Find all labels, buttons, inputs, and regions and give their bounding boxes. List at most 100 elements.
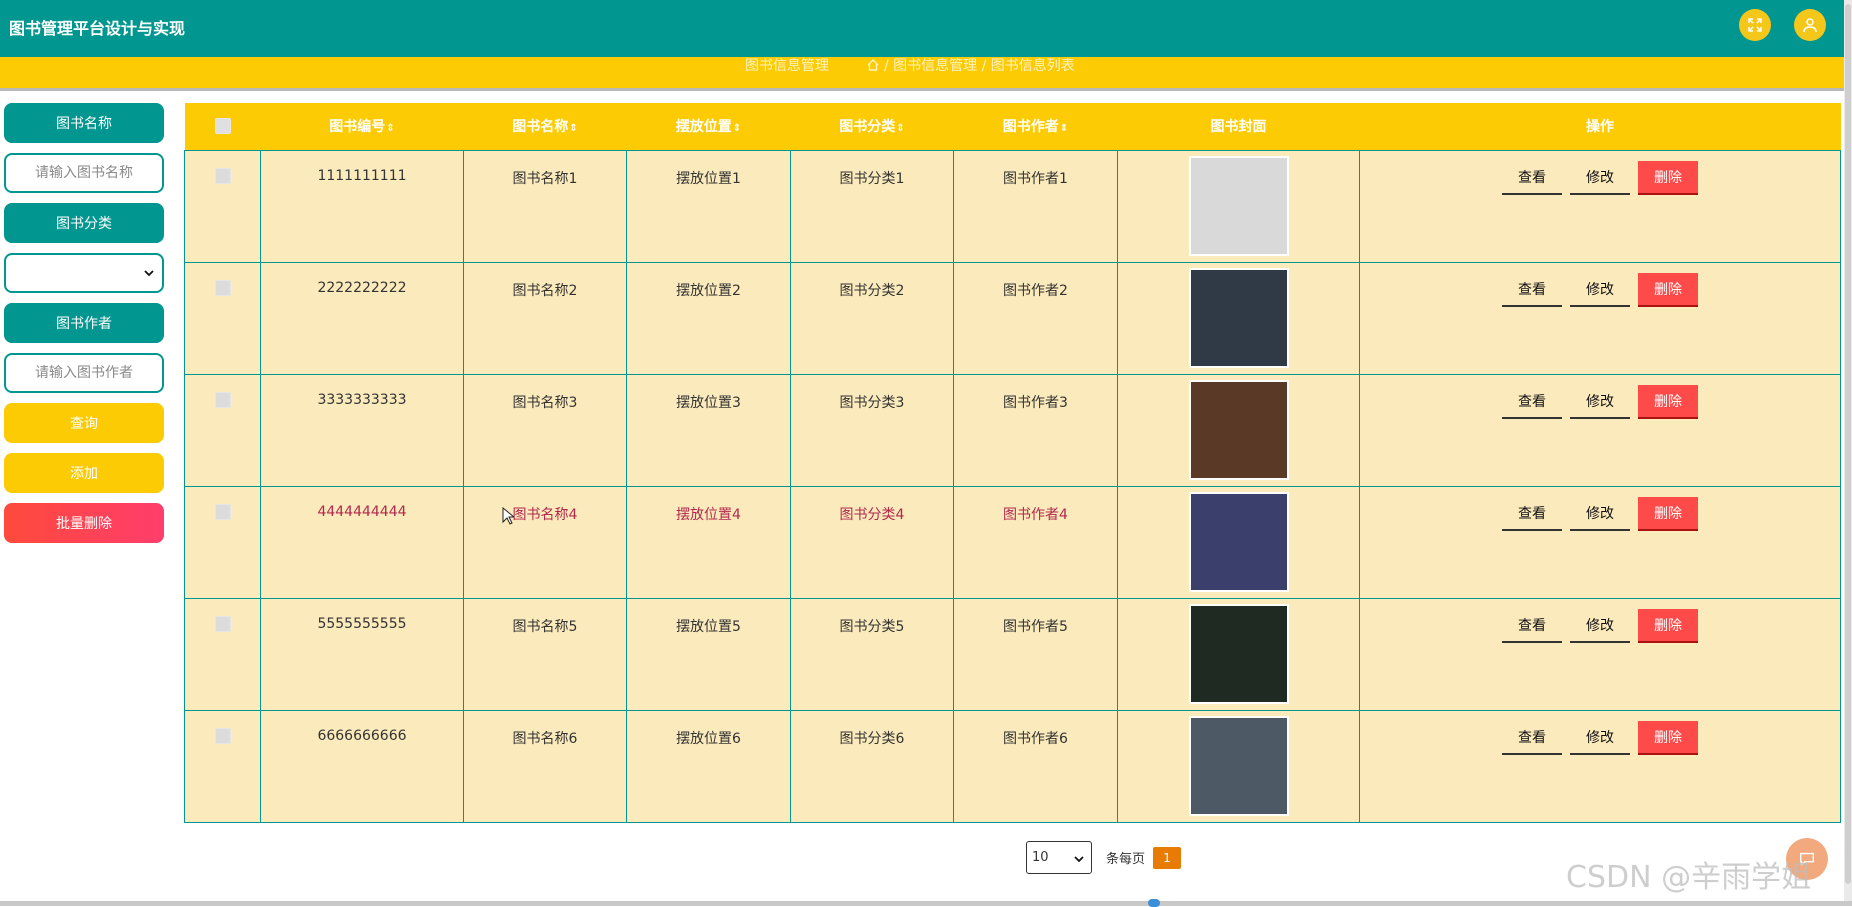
cell-author: 图书作者3: [953, 373, 1118, 487]
row-select-cell: [184, 709, 261, 823]
cell-author: 图书作者6: [953, 709, 1118, 823]
book-cover-image[interactable]: [1188, 379, 1289, 480]
scrollbar-thumb[interactable]: [1845, 4, 1851, 884]
view-button[interactable]: 查看: [1502, 608, 1562, 643]
pagination: 10 条每页 1: [1026, 841, 1182, 874]
book-cover-image[interactable]: [1188, 155, 1289, 256]
column-header-label: 图书编号: [329, 119, 386, 136]
delete-button[interactable]: 删除: [1638, 384, 1698, 419]
cell-actions: 查看 修改 删除: [1359, 149, 1841, 263]
cell-cover: [1117, 597, 1360, 711]
cell-location: 摆放位置5: [626, 597, 791, 711]
cell-location: 摆放位置4: [626, 485, 791, 599]
column-header-author[interactable]: 图书作者⇕: [954, 103, 1118, 150]
book-cover-image[interactable]: [1188, 715, 1289, 816]
page-size-select[interactable]: 10: [1026, 841, 1092, 874]
delete-button[interactable]: 删除: [1638, 720, 1698, 755]
cell-location: 摆放位置1: [626, 149, 791, 263]
delete-button[interactable]: 删除: [1638, 496, 1698, 531]
cell-author: 图书作者1: [953, 149, 1118, 263]
cell-name: 图书名称1: [463, 149, 627, 263]
cell-cover: [1117, 485, 1360, 599]
query-button[interactable]: 查询: [4, 403, 164, 443]
view-button[interactable]: 查看: [1502, 720, 1562, 755]
book-cover-fill: [1190, 269, 1287, 366]
table-row: 6666666666 图书名称6 摆放位置6 图书分类6 图书作者6 查看 修改 删除: [184, 709, 1841, 823]
delete-button[interactable]: 删除: [1638, 608, 1698, 643]
view-button[interactable]: 查看: [1502, 272, 1562, 307]
horizontal-scrollbar[interactable]: [0, 899, 1852, 907]
delete-button[interactable]: 删除: [1638, 160, 1698, 195]
user-icon[interactable]: [1794, 9, 1826, 41]
row-checkbox[interactable]: [214, 615, 231, 632]
cell-actions: 查看 修改 删除: [1359, 261, 1841, 375]
cell-id: 1111111111: [260, 149, 464, 263]
chevron-down-icon: [144, 270, 154, 277]
column-header-label: 图书名称: [512, 119, 569, 136]
cell-name: 图书名称5: [463, 597, 627, 711]
row-checkbox[interactable]: [214, 503, 231, 520]
book-author-input[interactable]: [4, 353, 164, 393]
book-cover-fill: [1190, 717, 1287, 814]
column-header-label: 图书作者: [1002, 119, 1059, 136]
sort-icon: ⇕: [732, 123, 742, 135]
sort-icon: ⇕: [569, 123, 578, 135]
column-header-name[interactable]: 图书名称⇕: [464, 103, 627, 150]
edit-button[interactable]: 修改: [1570, 384, 1630, 419]
row-checkbox[interactable]: [214, 279, 231, 296]
book-author-label: 图书作者: [4, 303, 164, 343]
cell-cover: [1117, 709, 1360, 823]
table-row: 5555555555 图书名称5 摆放位置5 图书分类5 图书作者5 查看 修改 删除: [184, 597, 1841, 711]
row-select-cell: [184, 373, 261, 487]
row-checkbox[interactable]: [214, 167, 231, 184]
batch-delete-button[interactable]: 批量删除: [4, 503, 164, 543]
vertical-scrollbar[interactable]: [1844, 0, 1852, 906]
add-button[interactable]: 添加: [4, 453, 164, 493]
book-category-select[interactable]: [4, 253, 164, 293]
cell-cover: [1117, 149, 1360, 263]
table-row: 2222222222 图书名称2 摆放位置2 图书分类2 图书作者2 查看 修改 删除: [184, 261, 1841, 375]
per-page-label: 条每页: [1106, 852, 1146, 867]
cell-actions: 查看 修改 删除: [1359, 373, 1841, 487]
breadcrumb-bar: 图书信息管理 / 图书信息管理 / 图书信息列表: [0, 57, 1852, 91]
breadcrumb-section: 图书信息管理: [745, 58, 829, 74]
cell-location: 摆放位置3: [626, 373, 791, 487]
cell-cover: [1117, 261, 1360, 375]
book-cover-image[interactable]: [1188, 267, 1289, 368]
page-size-value: 10: [1032, 850, 1049, 865]
delete-button[interactable]: 删除: [1638, 272, 1698, 307]
column-header-location[interactable]: 摆放位置⇕: [627, 103, 791, 150]
view-button[interactable]: 查看: [1502, 496, 1562, 531]
book-cover-image[interactable]: [1188, 491, 1289, 592]
view-button[interactable]: 查看: [1502, 384, 1562, 419]
edit-button[interactable]: 修改: [1570, 272, 1630, 307]
book-name-input[interactable]: [4, 153, 164, 193]
cell-cover: [1117, 373, 1360, 487]
book-cover-image[interactable]: [1188, 603, 1289, 704]
cell-id: 4444444444: [260, 485, 464, 599]
select-all-header: [185, 103, 261, 150]
column-header-category[interactable]: 图书分类⇕: [791, 103, 954, 150]
breadcrumb: / 图书信息管理 / 图书信息列表: [866, 57, 1075, 75]
view-button[interactable]: 查看: [1502, 160, 1562, 195]
row-checkbox[interactable]: [214, 391, 231, 408]
cell-category: 图书分类6: [790, 709, 954, 823]
book-category-label: 图书分类: [4, 203, 164, 243]
column-header-id[interactable]: 图书编号⇕: [261, 103, 464, 150]
edit-button[interactable]: 修改: [1570, 608, 1630, 643]
page-button-current[interactable]: 1: [1153, 846, 1182, 869]
column-header-cover: 图书封面: [1210, 119, 1267, 136]
cell-actions: 查看 修改 删除: [1359, 485, 1841, 599]
edit-button[interactable]: 修改: [1570, 160, 1630, 195]
table-row: 4444444444 图书名称4 摆放位置4 图书分类4 图书作者4 查看 修改 删除: [184, 485, 1841, 599]
select-all-checkbox[interactable]: [214, 118, 231, 135]
cell-author: 图书作者4: [953, 485, 1118, 599]
book-name-label: 图书名称: [4, 103, 164, 143]
edit-button[interactable]: 修改: [1570, 496, 1630, 531]
cell-id: 2222222222: [260, 261, 464, 375]
row-checkbox[interactable]: [214, 727, 231, 744]
fullscreen-icon[interactable]: [1739, 9, 1771, 41]
home-icon[interactable]: [866, 58, 880, 72]
edit-button[interactable]: 修改: [1570, 720, 1630, 755]
top-bar: 图书管理平台设计与实现: [0, 0, 1852, 57]
